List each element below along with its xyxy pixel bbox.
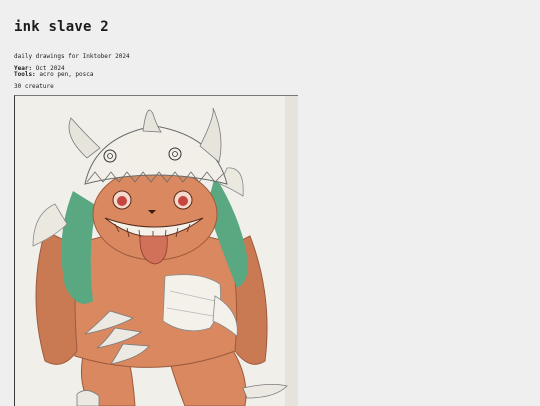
artwork-caption: 30 creature [14,83,54,90]
page-description: daily drawings for Inktober 2024 [14,53,130,60]
page-title: ink slave 2 [14,19,109,35]
tools-label: Tools: [14,71,36,78]
tools-value: acro pen, posca [39,71,94,78]
artwork-image [14,95,298,406]
tools-field: Tools: acro pen, posca [14,72,94,78]
creature-drawing [15,96,298,406]
